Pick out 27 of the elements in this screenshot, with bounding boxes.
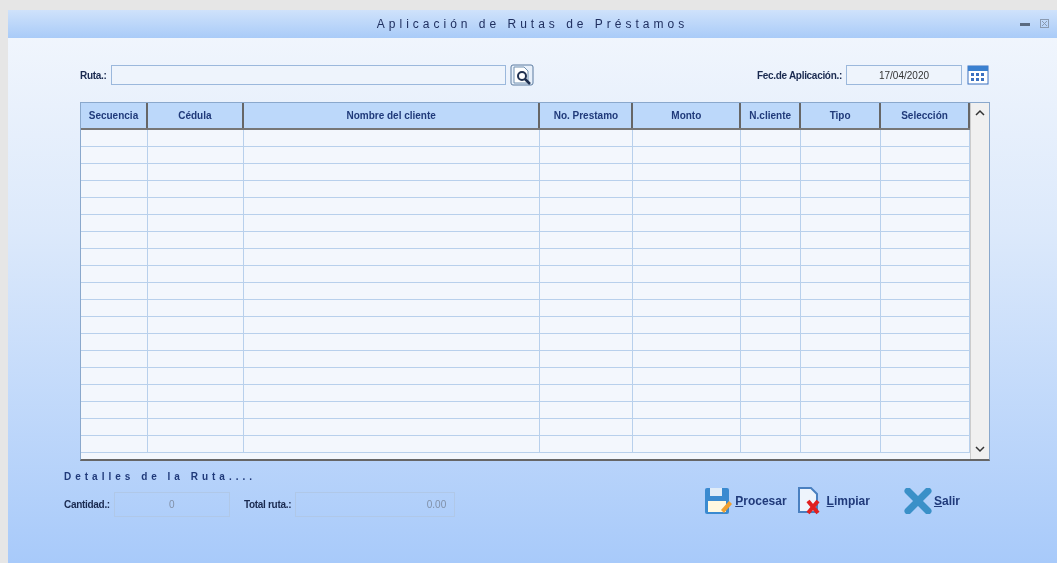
floppy-disk-icon	[703, 486, 734, 516]
date-label: Fec.de Aplicación.:	[756, 69, 842, 81]
date-field[interactable]: 17/04/2020	[846, 65, 962, 85]
window-title: Aplicación de Rutas de Préstamos	[376, 17, 689, 31]
clear-button[interactable]: Limpiar	[790, 485, 870, 517]
scroll-down-icon[interactable]	[975, 445, 985, 453]
calendar-icon[interactable]	[966, 64, 990, 86]
process-button[interactable]: Procesar	[703, 485, 787, 517]
column-header[interactable]: Secuencia	[81, 103, 148, 128]
column-header[interactable]: Tipo	[801, 103, 882, 128]
section-title: Detalles de la Ruta....	[64, 471, 258, 482]
scrollbar[interactable]	[970, 103, 989, 459]
x-icon	[903, 488, 932, 514]
column-header[interactable]: No. Prestamo	[540, 103, 634, 128]
column-header[interactable]: Nombre del cliente	[243, 103, 541, 128]
route-label: Ruta.:	[80, 69, 107, 81]
search-icon[interactable]	[509, 64, 534, 86]
quantity-label: Cantidad.:	[64, 499, 110, 510]
total-field: 0.00	[295, 492, 456, 517]
total-label: Total ruta.:	[243, 499, 292, 510]
column-header[interactable]: N.cliente	[741, 103, 802, 128]
quantity-field: 0	[113, 492, 230, 517]
column-header[interactable]: Cédula	[147, 103, 244, 128]
column-header[interactable]: Monto	[633, 103, 742, 128]
scroll-up-icon[interactable]	[975, 109, 985, 117]
exit-button[interactable]: Salir	[903, 485, 960, 517]
route-field[interactable]	[110, 65, 506, 85]
